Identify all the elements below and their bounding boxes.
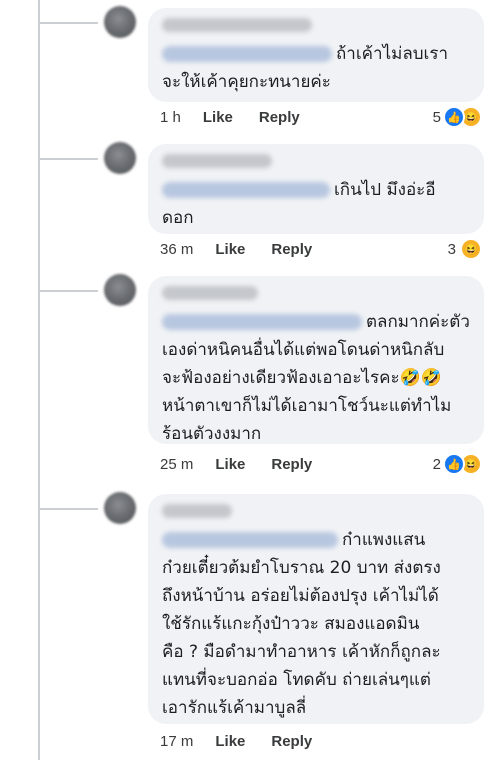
avatar[interactable] (104, 142, 136, 174)
like-button[interactable]: Like (203, 109, 233, 126)
comment-actions: 36 m Like Reply (160, 238, 338, 260)
author-name-blurred[interactable] (162, 18, 312, 32)
reaction-count: 2 (432, 455, 441, 473)
reply-connector (38, 158, 98, 160)
tagged-user-blurred[interactable] (162, 46, 332, 62)
comment-actions: 25 m Like Reply (160, 453, 338, 475)
tagged-user-blurred[interactable] (162, 182, 330, 198)
reaction-count: 3 (447, 240, 456, 258)
comment-text: ตลกมากค่ะตัว เองด่าหนิคนอื่นได้แต่พอโดนด… (162, 312, 470, 444)
reply-button[interactable]: Reply (271, 456, 312, 473)
reply-button[interactable]: Reply (259, 109, 300, 126)
reply-button[interactable]: Reply (271, 733, 312, 750)
comment-timestamp[interactable]: 17 m (160, 733, 193, 750)
avatar[interactable] (104, 6, 136, 38)
author-name-blurred[interactable] (162, 286, 258, 300)
comment-text: เกินไป มึงอ่ะอี ดอก (162, 180, 436, 228)
like-icon: 👍 (443, 453, 465, 475)
reaction-summary[interactable]: 5 👍 😆 (433, 106, 482, 128)
comment-timestamp[interactable]: 1 h (160, 109, 181, 126)
avatar[interactable] (104, 492, 136, 524)
reply-button[interactable]: Reply (271, 241, 312, 258)
reaction-count: 5 (432, 108, 441, 126)
tagged-user-blurred[interactable] (162, 314, 362, 330)
author-name-blurred[interactable] (162, 504, 232, 518)
comment-actions: 1 h Like Reply (160, 106, 326, 128)
comment-text: ก๋าแพงแสน ก๋วยเตี๋ยวต้มยำโบราณ 20 บาท ส่… (162, 530, 441, 718)
like-button[interactable]: Like (215, 241, 245, 258)
tagged-user-blurred[interactable] (162, 532, 338, 548)
like-button[interactable]: Like (215, 456, 245, 473)
comment-bubble: ถ้าเค้าไม่ลบเรา จะให้เค้าคุยกะทนายค่ะ (148, 8, 484, 102)
avatar[interactable] (104, 274, 136, 306)
reaction-summary[interactable]: 3 😆 (448, 238, 482, 260)
author-name-blurred[interactable] (162, 154, 272, 168)
comment-bubble: ตลกมากค่ะตัว เองด่าหนิคนอื่นได้แต่พอโดนด… (148, 276, 484, 444)
comment-actions: 17 m Like Reply (160, 730, 338, 752)
comment-timestamp[interactable]: 36 m (160, 241, 193, 258)
reply-connector (38, 290, 98, 292)
comment-timestamp[interactable]: 25 m (160, 456, 193, 473)
comment-text: ถ้าเค้าไม่ลบเรา จะให้เค้าคุยกะทนายค่ะ (162, 44, 449, 92)
haha-icon: 😆 (460, 238, 482, 260)
like-icon: 👍 (443, 106, 465, 128)
reply-connector (38, 22, 98, 24)
like-button[interactable]: Like (215, 733, 245, 750)
reply-connector (38, 508, 98, 510)
thread-line (38, 0, 40, 760)
comment-bubble: ก๋าแพงแสน ก๋วยเตี๋ยวต้มยำโบราณ 20 บาท ส่… (148, 494, 484, 724)
comment-bubble: เกินไป มึงอ่ะอี ดอก (148, 144, 484, 234)
reaction-summary[interactable]: 2 👍 😆 (433, 453, 482, 475)
